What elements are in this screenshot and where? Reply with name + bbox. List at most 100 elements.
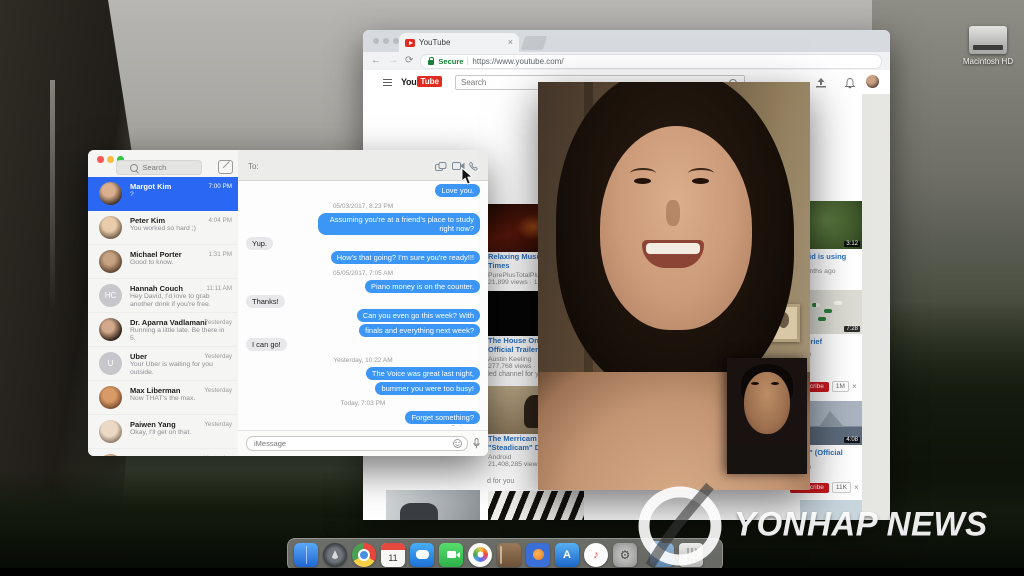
tab-close-icon[interactable]: × <box>508 38 513 47</box>
video-card[interactable]: 1:45:13 g Proposal <box>800 500 862 520</box>
security-label: Secure <box>438 56 464 66</box>
self-view-eye <box>771 382 779 385</box>
refresh-icon[interactable]: ⟳ <box>405 56 413 66</box>
duration-badge: 7:28 <box>844 326 860 332</box>
duration-badge: 3:12 <box>844 241 860 247</box>
browser-tab-youtube[interactable]: YouTube × <box>399 33 519 52</box>
messages-sidebar: Margot Kim 7:00 PM ? Peter Kim 4:04 PM Y… <box>88 150 239 456</box>
conversation-row-margot[interactable]: Margot Kim 7:00 PM ? <box>88 177 238 211</box>
duration-badge: 4:08 <box>844 437 860 443</box>
hamburger-menu-icon[interactable] <box>383 79 392 86</box>
dock-icon-trash[interactable] <box>679 542 703 567</box>
compose-icon[interactable] <box>218 160 233 174</box>
chat-pane: To: Love you. 05/03/2017, 8:23 PM Assumi… <box>238 150 488 456</box>
notifications-bell-icon[interactable] <box>845 78 855 89</box>
conversation-row[interactable]: Peter Kim 4:04 PM You worked so hard ;) <box>88 211 238 245</box>
chat-bubble-received: I can go! <box>246 338 287 351</box>
dock-icon-photo-booth[interactable] <box>526 542 550 567</box>
chat-bubble-sent: Assuming you're at a friend's place to s… <box>318 213 480 235</box>
youtube-logo[interactable]: You Tube <box>401 76 442 87</box>
youtube-favicon <box>405 38 415 47</box>
dock-icon-chrome[interactable] <box>352 542 376 567</box>
conversation-row[interactable]: Paiwen Yang Yesterday Okay, I'll get on … <box>88 415 238 449</box>
chat-timestamp: Yesterday, 10:22 AM <box>333 356 393 364</box>
search-icon <box>129 163 138 172</box>
message-input-field[interactable] <box>246 436 468 451</box>
dock-icon-system-preferences[interactable]: ⚙ <box>613 542 637 567</box>
wallpaper-waterfall <box>50 80 55 310</box>
dismiss-icon[interactable]: × <box>854 483 859 492</box>
screen-share-icon[interactable] <box>435 162 447 171</box>
caller-face <box>600 126 752 330</box>
calendar-red-band <box>381 542 405 550</box>
video-card[interactable]: 6:36 Nug aneesh815 1,711 views · 10 year… <box>386 490 480 520</box>
conversation-row[interactable]: Max Liberman Yesterday Now THAT's the ma… <box>88 381 238 415</box>
message-input[interactable] <box>252 438 453 449</box>
window-minimize-button[interactable] <box>107 156 114 163</box>
conversation-row[interactable]: U Uber Yesterday Your Uber is waiting fo… <box>88 347 238 381</box>
desktop-icon-macintosh-hd[interactable]: Macintosh HD <box>958 26 1018 66</box>
tab-title: YouTube <box>419 38 451 47</box>
dock-icon-contacts[interactable] <box>497 542 521 567</box>
dock-icon-itunes[interactable]: ♪ <box>584 542 608 567</box>
forward-icon[interactable]: → <box>388 56 398 66</box>
chat-bubble-sent: How's that going? I'm sure you're ready!… <box>330 251 480 264</box>
new-tab-button[interactable] <box>520 36 548 50</box>
facetime-self-view[interactable] <box>727 358 807 474</box>
window-close-button[interactable] <box>373 38 379 44</box>
chat-delivery-status: Delivered <box>451 425 478 426</box>
upload-icon[interactable] <box>815 78 827 88</box>
facetime-video-window <box>538 82 810 490</box>
avatar <box>99 420 122 443</box>
chat-timestamp: 05/03/2017, 8:23 PM <box>332 202 394 210</box>
conversation-row[interactable]: Michael Porter 1:31 PM Good to know. <box>88 245 238 279</box>
avatar-initials: U <box>99 352 122 375</box>
caller-eye <box>634 178 651 184</box>
account-avatar[interactable] <box>866 75 879 88</box>
chat-bubble-sent: finals and everything next week? <box>359 323 480 337</box>
window-close-button[interactable] <box>97 156 104 163</box>
dock-icon-photos[interactable] <box>468 542 492 567</box>
caller-nose <box>666 200 680 226</box>
chat-bubble-sent: Love you. <box>435 184 480 197</box>
dock-icon-calendar[interactable]: 11 <box>381 542 405 567</box>
emoji-icon[interactable] <box>453 439 462 448</box>
dock-icon-downloads[interactable] <box>650 540 674 567</box>
dismiss-icon[interactable]: × <box>852 382 857 391</box>
chat-bubble-sent: Forget something? <box>405 410 480 424</box>
chat-header: To: <box>238 150 488 181</box>
chat-transcript: Love you. 05/03/2017, 8:23 PM Assuming y… <box>238 180 488 426</box>
dock-icon-app-store[interactable]: A <box>555 542 579 567</box>
self-view-eye <box>751 382 759 385</box>
dock-icon-facetime[interactable] <box>439 542 463 567</box>
conversation-search-box[interactable] <box>116 160 202 175</box>
calendar-day: 11 <box>388 553 398 563</box>
avatar <box>99 216 122 239</box>
chat-bubble-sent: Piano money is on the counter. <box>365 280 480 293</box>
video-thumbnail[interactable] <box>488 491 584 520</box>
conversation-row[interactable]: Dr. Aparna Vadlamani Yesterday Running a… <box>88 313 238 347</box>
hard-drive-icon <box>969 26 1007 54</box>
conversation-search-input[interactable] <box>140 162 189 173</box>
avatar <box>99 182 122 205</box>
scrollbar-track[interactable] <box>862 94 890 520</box>
video-card[interactable]: Classical Music f PurePlusTotalPlusRelax… <box>488 491 584 520</box>
omnibox[interactable]: Secure https://www.youtube.com/ <box>420 53 882 69</box>
dock-icon-finder[interactable] <box>294 542 318 567</box>
conversation-row[interactable]: HC Hannah Couch 11:11 AM Hey David, I'd … <box>88 279 238 313</box>
video-thumbnail[interactable]: 1:45:13 <box>800 500 862 520</box>
microphone-icon[interactable] <box>473 438 480 449</box>
dock-icon-messages[interactable] <box>410 542 434 567</box>
video-thumbnail[interactable]: 6:36 <box>386 490 480 520</box>
caller-eye <box>692 178 709 184</box>
chat-bubble-sent: The Voice was great last night, <box>365 367 480 380</box>
dock-icon-launchpad[interactable] <box>323 542 347 567</box>
window-minimize-button[interactable] <box>383 38 389 44</box>
back-icon[interactable]: ← <box>371 56 381 66</box>
avatar-initials: HC <box>99 284 122 307</box>
conversation-row[interactable]: Mary Costa Yesterday That's hilarious. <box>88 449 238 456</box>
chat-bubble-received: Yup. <box>246 236 274 250</box>
self-view-face <box>744 372 790 434</box>
conversation-list: Margot Kim 7:00 PM ? Peter Kim 4:04 PM Y… <box>88 177 238 456</box>
subscriber-count: 1M <box>831 381 849 392</box>
